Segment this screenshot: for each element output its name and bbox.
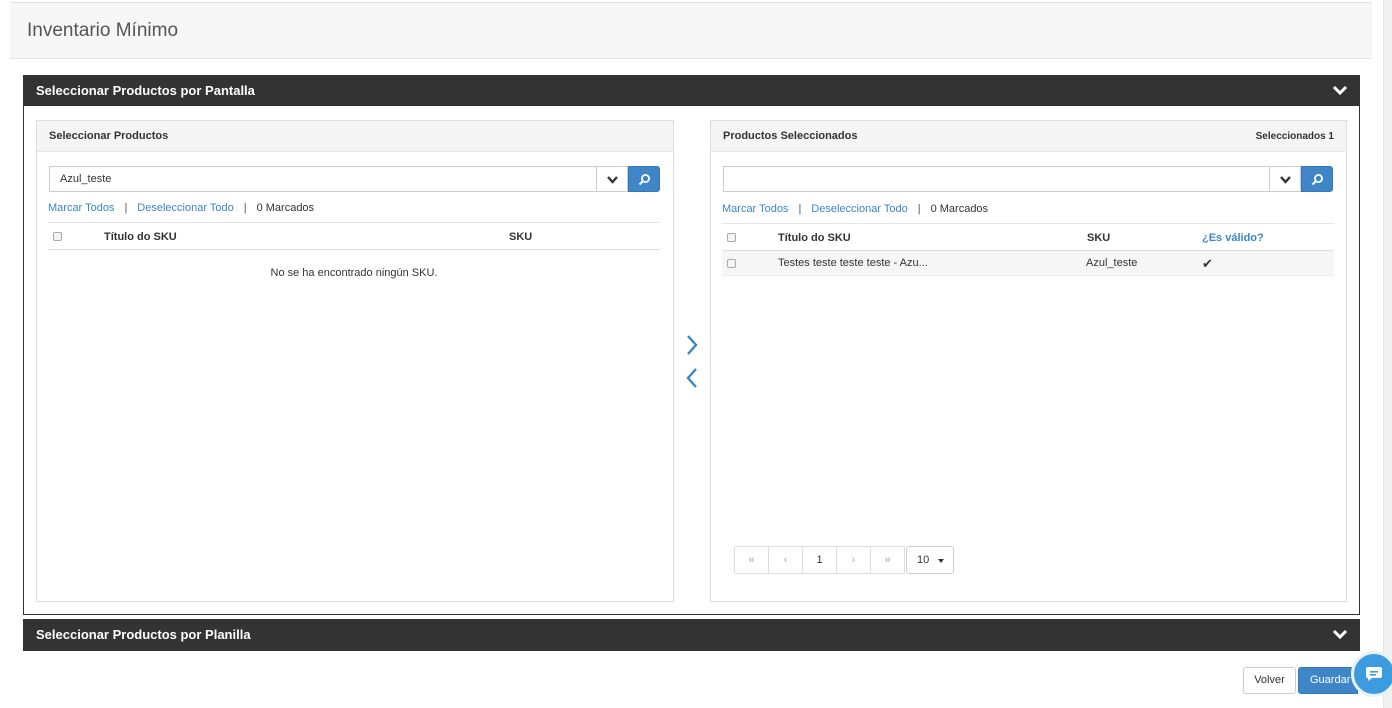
chat-button[interactable] [1351, 651, 1392, 697]
page-size-value: 10 [917, 554, 930, 566]
table-header: Título do SKU SKU [48, 222, 660, 250]
check-icon: ✔ [1202, 256, 1213, 271]
selection-links: Marcar Todos | Deseleccionar Todo | 0 Marcad… [722, 203, 988, 215]
table-header: Título do SKU SKU ¿Es válido? [722, 223, 1334, 251]
next-page-button[interactable]: › [836, 546, 871, 574]
pagination: « ‹ 1 › » 10 [734, 546, 954, 574]
deselect-all-link[interactable]: Deseleccionar Todo [811, 203, 907, 215]
select-all-checkbox[interactable] [53, 232, 62, 241]
row-sku: Azul_teste [1086, 257, 1138, 269]
column-title: Título do SKU [104, 231, 177, 243]
select-all-checkbox[interactable] [727, 233, 736, 242]
chevron-down-icon[interactable] [1332, 83, 1348, 97]
empty-message: No se ha encontrado ningún SKU. [270, 267, 438, 279]
chevron-down-icon[interactable] [1332, 627, 1348, 641]
panel-header: Seleccionar Productos [37, 121, 673, 152]
column-sku: SKU [1087, 232, 1111, 244]
page-header: Inventario Mínimo [10, 3, 1372, 59]
back-button[interactable]: Volver [1243, 667, 1296, 694]
accordion-title: Seleccionar Productos por Pantalla [36, 83, 255, 98]
selection-links: Marcar Todos | Deseleccionar Todo | 0 Marcad… [48, 202, 314, 214]
prev-page-button[interactable]: ‹ [768, 546, 803, 574]
separator: | [798, 203, 802, 215]
selected-count: Seleccionados 1 [1255, 131, 1334, 142]
chevron-right-icon[interactable] [684, 334, 700, 356]
search-input[interactable]: Azul_teste [49, 166, 597, 192]
chevron-down-icon [607, 176, 618, 184]
search-dropdown-button[interactable] [597, 166, 628, 192]
available-products-table: Título do SKU SKU No se ha encontrado ni… [48, 222, 660, 279]
page-size-select[interactable]: 10 [906, 546, 954, 574]
search-icon [638, 174, 650, 186]
selected-products-panel: Productos Seleccionados Seleccionados 1 … [710, 120, 1347, 602]
chevron-down-icon [1280, 176, 1291, 184]
separator: | [917, 203, 921, 215]
first-page-button[interactable]: « [734, 546, 769, 574]
panel-header: Productos Seleccionados Seleccionados 1 [711, 121, 1346, 152]
column-sku: SKU [509, 231, 533, 243]
row-title: Testes teste teste teste - Azu... [778, 257, 928, 269]
page-scrollbar[interactable] [1383, 0, 1392, 708]
selected-products-table: Título do SKU SKU ¿Es válido? Testes tes… [722, 223, 1334, 276]
search-button[interactable] [628, 166, 660, 192]
marked-count: 0 Marcados [930, 203, 989, 215]
marked-count: 0 Marcados [256, 202, 315, 214]
mark-all-link[interactable]: Marcar Todos [722, 203, 788, 215]
chat-icon [1366, 667, 1382, 681]
chevron-left-icon[interactable] [684, 367, 700, 389]
page-title: Inventario Mínimo [27, 20, 179, 41]
search-dropdown-button[interactable] [1270, 166, 1301, 192]
separator: | [243, 202, 247, 214]
accordion-header-screen[interactable]: Seleccionar Productos por Pantalla [23, 75, 1360, 107]
caret-down-icon [938, 559, 944, 563]
table-row[interactable]: Testes teste teste teste - Azu... Azul_t… [722, 251, 1334, 276]
accordion-header-sheet[interactable]: Seleccionar Productos por Planilla [23, 619, 1360, 651]
last-page-button[interactable]: » [870, 546, 905, 574]
panel-title: Seleccionar Productos [49, 130, 169, 142]
column-title: Título do SKU [778, 232, 851, 244]
column-valid[interactable]: ¿Es válido? [1202, 232, 1264, 244]
available-products-panel: Seleccionar Productos Azul_teste Marcar … [36, 120, 674, 602]
search-group: Azul_teste [49, 166, 660, 192]
save-button[interactable]: Guardar [1298, 667, 1358, 694]
panel-title: Productos Seleccionados [723, 130, 858, 142]
search-icon [1311, 174, 1323, 186]
separator: | [124, 202, 128, 214]
search-group [723, 166, 1333, 192]
search-input[interactable] [723, 166, 1270, 192]
current-page-button[interactable]: 1 [802, 546, 837, 574]
mark-all-link[interactable]: Marcar Todos [48, 202, 114, 214]
search-button[interactable] [1301, 166, 1333, 192]
accordion-title: Seleccionar Productos por Planilla [36, 627, 251, 642]
row-checkbox[interactable] [727, 259, 736, 268]
deselect-all-link[interactable]: Deseleccionar Todo [137, 202, 233, 214]
